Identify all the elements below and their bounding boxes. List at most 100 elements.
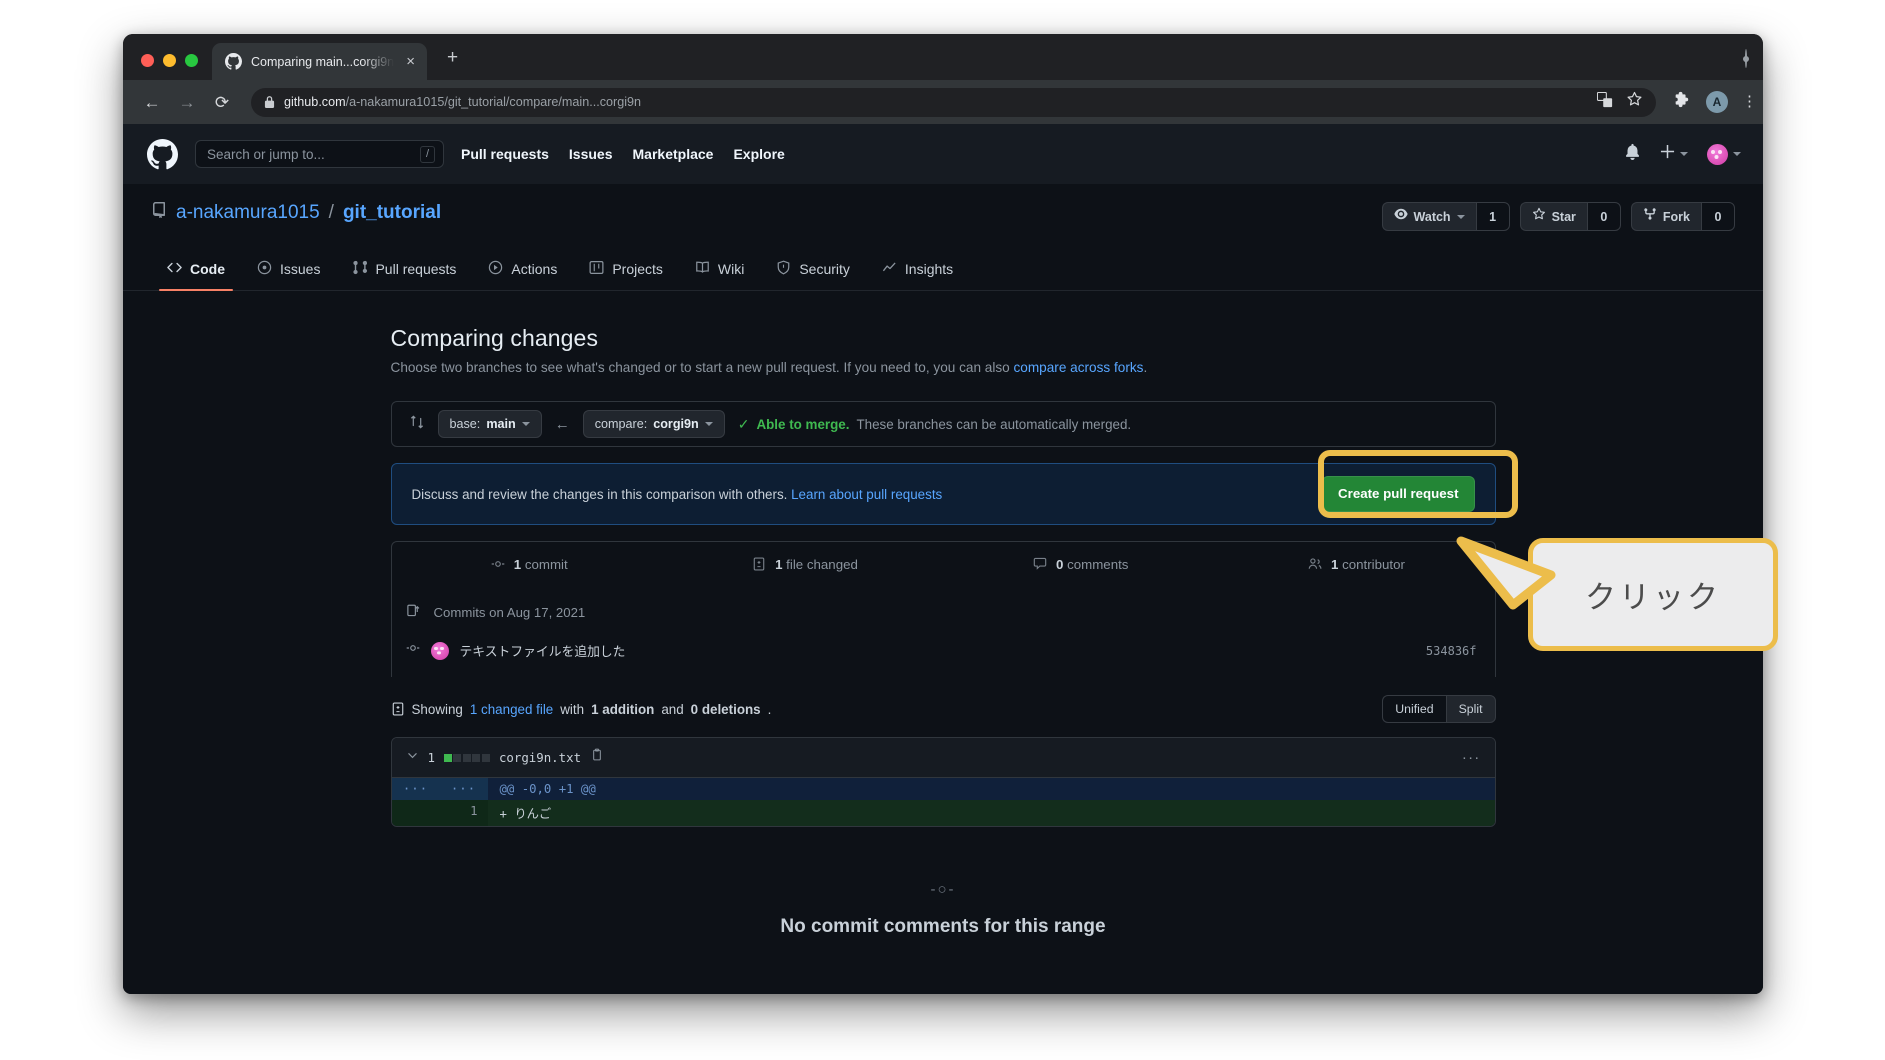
github-logo-icon[interactable] (147, 139, 178, 170)
diff-line-marker: + (500, 807, 507, 821)
watch-count[interactable]: 1 (1476, 202, 1510, 231)
repo-owner-link[interactable]: a-nakamura1015 (176, 202, 320, 224)
watch-button-group: Watch 1 (1382, 202, 1510, 231)
stat-files-changed[interactable]: 1 file changed (667, 557, 943, 572)
fork-count[interactable]: 0 (1701, 202, 1735, 231)
browser-tab[interactable]: Comparing main...corgi9n · a-n × (212, 43, 427, 80)
address-bar[interactable]: github.com/a-nakamura1015/git_tutorial/c… (251, 88, 1656, 117)
discuss-panel: Discuss and review the changes in this c… (391, 463, 1496, 525)
tab-pull-requests[interactable]: Pull requests (336, 252, 472, 290)
annotation-callout-text: クリック (1585, 572, 1721, 617)
compare-branch-selector[interactable]: compare: corgi9n (583, 410, 725, 438)
repository-nav-tabs: Code Issues Pull requests Actions Projec… (123, 252, 1763, 291)
tab-wiki[interactable]: Wiki (679, 252, 760, 290)
nav-explore[interactable]: Explore (733, 146, 784, 162)
tab-insights[interactable]: Insights (866, 252, 969, 290)
chevron-down-icon (1457, 215, 1465, 219)
file-diff-icon (391, 702, 405, 717)
search-input[interactable] (207, 147, 420, 162)
avatar (431, 642, 449, 660)
maximize-window-button[interactable] (185, 54, 198, 67)
fork-button[interactable]: Fork (1631, 202, 1701, 231)
merge-status: ✓ Able to merge. These branches can be a… (738, 416, 1131, 433)
chrome-menu-icon[interactable]: ⋮ (1742, 97, 1747, 106)
compare-across-forks-link[interactable]: compare across forks (1014, 360, 1144, 375)
split-view-button[interactable]: Split (1446, 695, 1496, 723)
changed-file-link[interactable]: 1 changed file (470, 702, 553, 717)
forward-button[interactable]: → (172, 87, 202, 117)
commit-message[interactable]: テキストファイルを追加した (460, 641, 626, 660)
base-branch-selector[interactable]: base:main (438, 410, 542, 438)
diff-file-name[interactable]: corgi9n.txt (499, 750, 581, 765)
star-button[interactable]: Star (1520, 202, 1587, 231)
bell-icon[interactable] (1624, 143, 1641, 165)
commit-sha[interactable]: 534836f (1426, 644, 1477, 658)
tab-projects[interactable]: Projects (573, 252, 679, 290)
extensions-puzzle-icon[interactable] (1673, 90, 1692, 114)
watch-button[interactable]: Watch (1382, 202, 1476, 231)
diff-file-menu-button[interactable]: ··· (1462, 753, 1481, 762)
profile-avatar-icon[interactable]: A (1706, 91, 1728, 113)
page-title: Comparing changes (391, 325, 1496, 352)
tab-code[interactable]: Code (151, 252, 241, 290)
reload-button[interactable]: ⟳ (207, 87, 237, 117)
star-button-group: Star 0 (1520, 202, 1621, 231)
hunk-line-number-left: ··· (392, 778, 440, 800)
search-box[interactable]: / (195, 140, 444, 168)
star-label: Star (1552, 208, 1576, 226)
star-icon (1532, 207, 1546, 226)
create-pull-request-button[interactable]: Create pull request (1322, 476, 1474, 512)
additions-count: 1 addition (591, 702, 654, 717)
create-new-menu[interactable] (1660, 144, 1688, 164)
stat-comments[interactable]: 0 comments (943, 557, 1219, 572)
diff-summary-row: Showing 1 changed file with 1 addition a… (391, 677, 1496, 737)
account-menu[interactable] (1707, 144, 1741, 165)
commit-dot-icon: -○- (391, 881, 1496, 898)
merge-status-strong: Able to merge. (756, 417, 849, 432)
chevron-down-icon[interactable] (406, 749, 419, 767)
minimize-window-button[interactable] (163, 54, 176, 67)
diff-file: 1 corgi9n.txt (391, 737, 1496, 827)
stat-commits[interactable]: 1 commit (392, 557, 668, 572)
fork-button-group: Fork 0 (1631, 202, 1735, 231)
window-traffic-lights (123, 54, 212, 80)
comment-icon (1033, 557, 1051, 572)
diff-stat-blocks (444, 754, 490, 762)
copy-icon[interactable] (590, 748, 604, 767)
omnibox-icons (1585, 91, 1643, 113)
tab-issues[interactable]: Issues (241, 252, 336, 290)
compare-branch-name: corgi9n (653, 415, 699, 433)
close-tab-button[interactable]: × (403, 52, 418, 71)
tab-actions[interactable]: Actions (472, 252, 573, 290)
new-tab-button[interactable]: + (438, 44, 467, 71)
unified-view-button[interactable]: Unified (1382, 695, 1445, 723)
nav-marketplace[interactable]: Marketplace (633, 146, 714, 162)
stat-contributors[interactable]: 1 contributor (1219, 557, 1495, 572)
star-count[interactable]: 0 (1587, 202, 1621, 231)
repo-name-link[interactable]: git_tutorial (343, 202, 441, 224)
back-button[interactable]: ← (137, 87, 167, 117)
learn-about-pull-requests-link[interactable]: Learn about pull requests (791, 487, 942, 502)
hunk-line-number-right: ··· (440, 778, 488, 800)
repository-header: a-nakamura1015 / git_tutorial Watch 1 (123, 184, 1763, 231)
diff-block-none (472, 754, 480, 762)
diff-block-none (453, 754, 461, 762)
compare-label: compare: (595, 415, 648, 433)
translate-icon[interactable] (1597, 92, 1613, 113)
tab-label: Projects (612, 261, 663, 277)
commit-row: テキストファイルを追加した 534836f (392, 632, 1495, 677)
tab-label: Pull requests (375, 261, 456, 277)
nav-issues[interactable]: Issues (569, 146, 613, 162)
close-window-button[interactable] (141, 54, 154, 67)
nav-pull-requests[interactable]: Pull requests (461, 146, 549, 162)
toolbar-icons: A ⋮ (1661, 90, 1747, 114)
browser-profile-icon[interactable] (1745, 49, 1747, 68)
tab-security[interactable]: Security (760, 252, 866, 290)
watch-label: Watch (1414, 208, 1451, 226)
diff-hunk-header-row: ··· ··· @@ -0,0 +1 @@ (392, 778, 1495, 800)
check-icon: ✓ (738, 416, 750, 433)
swap-branches-icon[interactable] (409, 414, 425, 435)
discuss-copy: Discuss and review the changes in this c… (412, 487, 788, 502)
bookmark-star-icon[interactable] (1626, 91, 1643, 113)
showing-suffix: . (768, 702, 772, 717)
